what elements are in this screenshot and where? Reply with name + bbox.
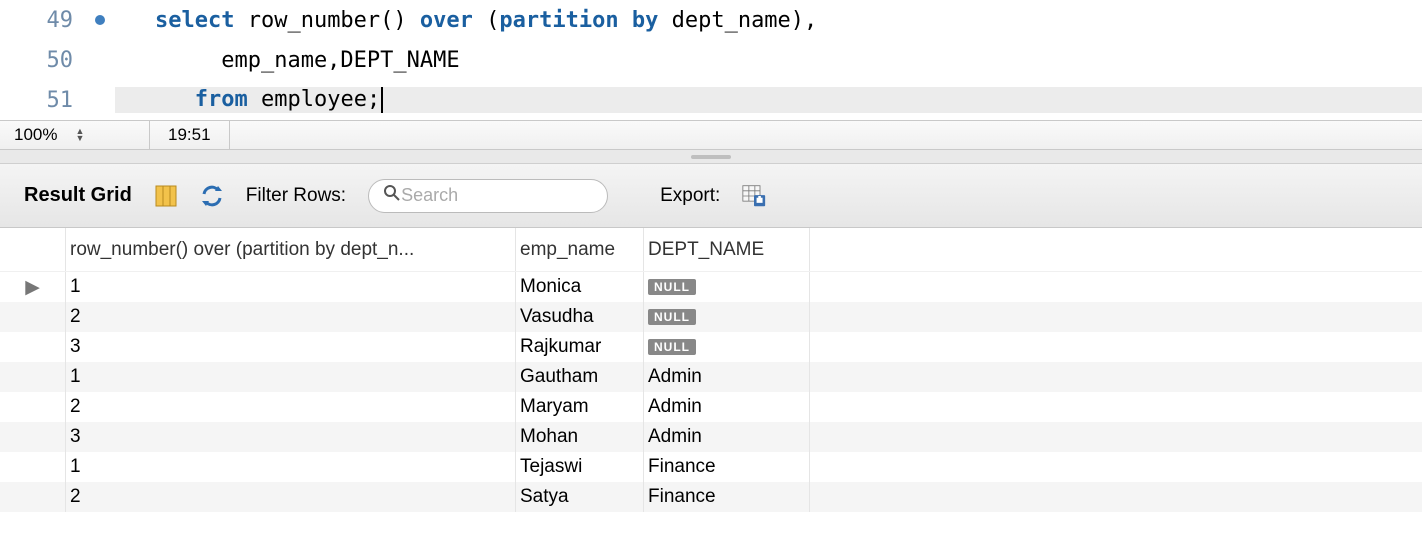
row-gutter[interactable]: [0, 302, 66, 332]
table-cell[interactable]: Admin: [644, 392, 810, 422]
result-toolbar: Result Grid Filter Rows: Export:: [0, 164, 1422, 228]
line-number: 51: [0, 88, 85, 113]
current-row-icon: ▶: [25, 276, 40, 299]
table-row[interactable]: 2MaryamAdmin: [0, 392, 1422, 422]
filter-rows-label: Filter Rows:: [246, 185, 346, 207]
line-number: 49: [0, 8, 85, 33]
export-label: Export:: [660, 185, 720, 207]
table-cell[interactable]: 3: [66, 332, 516, 362]
stepper-icon[interactable]: ▲▼: [75, 128, 84, 142]
row-gutter[interactable]: [0, 452, 66, 482]
table-cell[interactable]: 1: [66, 452, 516, 482]
table-cell[interactable]: 1: [66, 362, 516, 392]
table-cell[interactable]: Admin: [644, 362, 810, 392]
row-gutter[interactable]: [0, 392, 66, 422]
row-gutter[interactable]: [0, 482, 66, 512]
code-text[interactable]: from employee;: [115, 87, 1422, 113]
table-cell[interactable]: Monica: [516, 272, 644, 302]
statement-marker: [85, 15, 115, 25]
table-cell[interactable]: Satya: [516, 482, 644, 512]
code-line[interactable]: 49 select row_number() over (partition by…: [0, 0, 1422, 40]
table-cell[interactable]: Maryam: [516, 392, 644, 422]
text-cursor: [381, 87, 383, 113]
code-line[interactable]: 50 emp_name,DEPT_NAME: [0, 40, 1422, 80]
table-cell[interactable]: 3: [66, 422, 516, 452]
row-gutter[interactable]: [0, 332, 66, 362]
table-cell[interactable]: 2: [66, 392, 516, 422]
dot-icon: [95, 15, 105, 25]
row-gutter[interactable]: ▶: [0, 272, 66, 302]
code-text[interactable]: emp_name,DEPT_NAME: [115, 48, 1422, 73]
table-cell[interactable]: Vasudha: [516, 302, 644, 332]
table-cell[interactable]: 2: [66, 302, 516, 332]
table-cell[interactable]: Tejaswi: [516, 452, 644, 482]
table-cell[interactable]: NULL: [644, 302, 810, 332]
table-cell[interactable]: 1: [66, 272, 516, 302]
result-grid-header: row_number() over (partition by dept_n..…: [0, 228, 1422, 272]
table-row[interactable]: 2VasudhaNULL: [0, 302, 1422, 332]
table-cell[interactable]: Finance: [644, 482, 810, 512]
table-row[interactable]: 1GauthamAdmin: [0, 362, 1422, 392]
table-row[interactable]: 3MohanAdmin: [0, 422, 1422, 452]
column-header[interactable]: emp_name: [516, 228, 644, 271]
row-gutter-header: [0, 228, 66, 271]
sql-editor[interactable]: 49 select row_number() over (partition by…: [0, 0, 1422, 120]
column-header[interactable]: row_number() over (partition by dept_n..…: [66, 228, 516, 271]
table-cell[interactable]: Mohan: [516, 422, 644, 452]
zoom-value: 100%: [14, 125, 57, 145]
search-icon: [383, 184, 401, 207]
table-cell[interactable]: Finance: [644, 452, 810, 482]
export-icon[interactable]: [742, 184, 766, 208]
table-row[interactable]: ▶ 1MonicaNULL: [0, 272, 1422, 302]
table-cell[interactable]: NULL: [644, 272, 810, 302]
table-row[interactable]: 2SatyaFinance: [0, 482, 1422, 512]
code-text[interactable]: select row_number() over (partition by d…: [115, 8, 1422, 33]
column-header[interactable]: DEPT_NAME: [644, 228, 810, 271]
table-cell[interactable]: 2: [66, 482, 516, 512]
pane-resize-handle[interactable]: [0, 150, 1422, 164]
row-gutter[interactable]: [0, 422, 66, 452]
line-number: 50: [0, 48, 85, 73]
result-grid-title: Result Grid: [24, 184, 132, 207]
table-cell[interactable]: Admin: [644, 422, 810, 452]
filter-search-input[interactable]: [401, 185, 633, 206]
null-badge: NULL: [648, 339, 696, 355]
table-row[interactable]: 3RajkumarNULL: [0, 332, 1422, 362]
grid-view-icon[interactable]: [154, 184, 178, 208]
row-gutter[interactable]: [0, 362, 66, 392]
code-line[interactable]: 51 from employee;: [0, 80, 1422, 120]
table-cell[interactable]: NULL: [644, 332, 810, 362]
table-row[interactable]: 1TejaswiFinance: [0, 452, 1422, 482]
editor-status-bar: 100% ▲▼ 19:51: [0, 120, 1422, 150]
result-grid[interactable]: row_number() over (partition by dept_n..…: [0, 228, 1422, 512]
null-badge: NULL: [648, 279, 696, 295]
grip-icon: [691, 155, 731, 159]
filter-search-box[interactable]: [368, 179, 608, 213]
table-cell[interactable]: Gautham: [516, 362, 644, 392]
cursor-position: 19:51: [150, 121, 230, 149]
null-badge: NULL: [648, 309, 696, 325]
refresh-icon[interactable]: [200, 184, 224, 208]
zoom-stepper[interactable]: 100% ▲▼: [0, 121, 150, 149]
table-cell[interactable]: Rajkumar: [516, 332, 644, 362]
